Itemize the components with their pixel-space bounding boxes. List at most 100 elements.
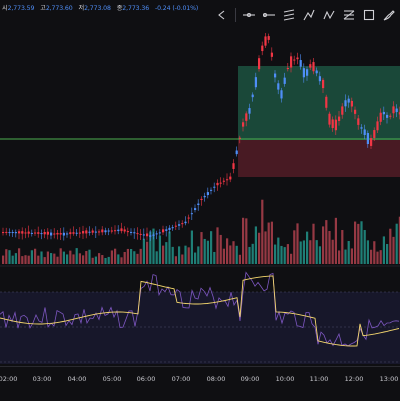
rectangle-icon[interactable] xyxy=(359,5,379,25)
volume-bar xyxy=(267,222,270,264)
time-label: 07:00 xyxy=(171,375,191,383)
candle xyxy=(254,77,257,88)
volume-bar xyxy=(88,249,91,264)
volume-bar xyxy=(226,238,229,264)
volume-bar xyxy=(315,240,318,264)
volume-bar xyxy=(101,255,104,264)
volume-bar xyxy=(82,255,85,264)
volume-bar xyxy=(18,248,21,264)
candle xyxy=(232,163,235,169)
volume-bar xyxy=(34,248,37,264)
volume-bar xyxy=(280,245,283,264)
volume-bar xyxy=(178,246,181,264)
candle xyxy=(309,64,312,68)
candle xyxy=(78,232,81,234)
open-value: 2,773.59 xyxy=(7,5,35,12)
candle xyxy=(334,119,337,131)
volume-bar xyxy=(354,221,357,264)
candle xyxy=(328,113,331,125)
candle xyxy=(66,233,69,235)
candle xyxy=(206,192,209,196)
ohlc-legend: 시2,773.59 고2,773.60 저2,773.08 종2,773.36 … xyxy=(2,3,202,12)
candle xyxy=(354,109,357,114)
volume-bar xyxy=(2,255,5,264)
candle xyxy=(347,98,350,103)
volume-bar xyxy=(386,244,389,264)
volume-bar xyxy=(40,251,43,264)
volume-bar xyxy=(75,248,78,264)
candle xyxy=(43,231,46,235)
parallel-channel-icon[interactable] xyxy=(279,5,299,25)
fib-retracement-icon[interactable] xyxy=(339,5,359,25)
volume-bar xyxy=(232,241,235,264)
volume-bar xyxy=(264,231,267,264)
candle xyxy=(149,235,152,237)
volume-bar xyxy=(200,232,203,264)
volume-bar xyxy=(283,247,286,264)
candle xyxy=(174,225,177,227)
volume-bar xyxy=(270,221,273,264)
volume-bar xyxy=(322,226,325,264)
candle xyxy=(98,231,101,233)
volume-bar xyxy=(296,223,299,264)
volume-bar xyxy=(382,236,385,264)
volume-bar xyxy=(210,231,213,264)
candle xyxy=(62,232,65,236)
volume-bar xyxy=(229,245,232,264)
candle xyxy=(392,106,395,114)
price-chart[interactable] xyxy=(0,0,400,366)
volume-bar xyxy=(69,250,72,264)
volume-bar xyxy=(14,253,17,264)
time-label: 06:00 xyxy=(136,375,156,383)
candle xyxy=(389,115,392,117)
candle xyxy=(165,229,168,231)
volume-bar xyxy=(146,241,149,264)
ray-icon[interactable] xyxy=(259,5,279,25)
candle xyxy=(126,231,129,233)
candle xyxy=(40,233,43,235)
candle xyxy=(50,232,53,236)
candle xyxy=(370,138,373,146)
candle xyxy=(373,130,376,138)
toolbar-separator xyxy=(235,8,236,22)
change-value: -0.24 (-0.01%) xyxy=(154,5,199,12)
volume-bar xyxy=(299,241,302,264)
candle xyxy=(5,231,8,233)
volume-bar xyxy=(248,246,251,264)
candle xyxy=(24,232,27,234)
candle xyxy=(203,195,206,198)
volume-bar xyxy=(254,226,257,264)
time-axis: 02:00 03:00 04:00 05:00 06:00 07:00 08:0… xyxy=(0,366,400,401)
volume-bar xyxy=(91,257,94,264)
volume-bar xyxy=(197,246,200,264)
volume-bar xyxy=(187,247,190,264)
candle xyxy=(152,234,155,236)
candle xyxy=(56,232,59,235)
volume-bar xyxy=(162,245,165,264)
volume-bar xyxy=(11,255,14,264)
candle xyxy=(59,233,62,235)
candle xyxy=(238,137,241,139)
volume-bar xyxy=(21,256,24,264)
volume-bar xyxy=(190,230,193,264)
time-label: 04:00 xyxy=(67,375,87,383)
volume-bar xyxy=(174,256,177,264)
volume-bar xyxy=(312,223,315,264)
arrow-back-icon[interactable] xyxy=(212,5,232,25)
pitchfork-icon[interactable] xyxy=(299,5,319,25)
volume-bar xyxy=(30,250,33,264)
horizontal-line-icon[interactable] xyxy=(239,5,259,25)
candle xyxy=(290,56,293,68)
volume-bar xyxy=(306,231,309,264)
candle xyxy=(46,231,49,235)
candle xyxy=(72,232,75,234)
zigzag-icon[interactable] xyxy=(319,5,339,25)
candle xyxy=(85,230,88,234)
volume-bar xyxy=(290,253,293,264)
volume-bar xyxy=(98,253,101,264)
volume-bar xyxy=(363,230,366,264)
volume-bar xyxy=(334,217,337,264)
volume-bar xyxy=(222,248,225,264)
brush-icon[interactable] xyxy=(379,5,399,25)
stop-zone[interactable] xyxy=(238,140,400,177)
